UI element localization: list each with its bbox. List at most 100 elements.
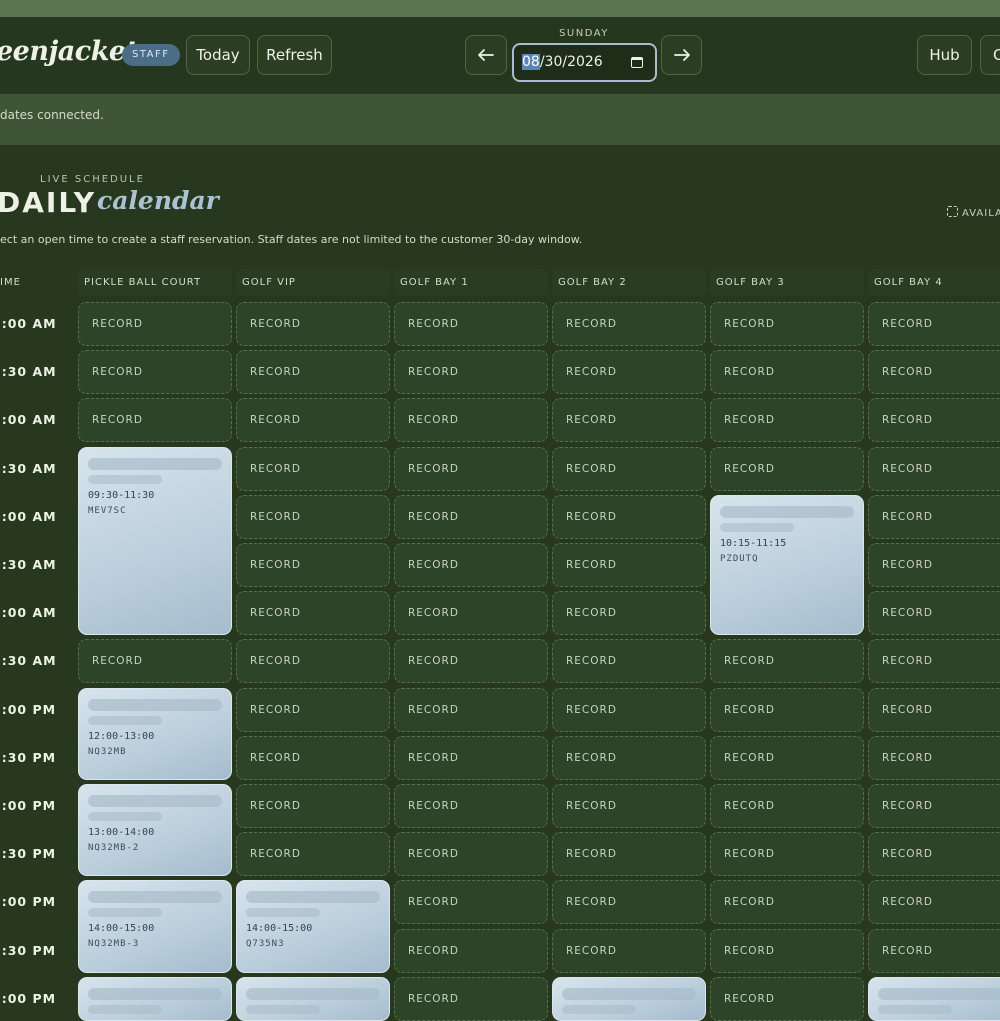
record-slot[interactable]: RECORD: [868, 832, 1000, 877]
record-slot[interactable]: RECORD: [236, 446, 390, 491]
record-slot[interactable]: RECORD: [552, 446, 706, 491]
record-slot[interactable]: RECORD: [868, 687, 1000, 732]
record-slot[interactable]: RECORD: [552, 494, 706, 539]
record-slot[interactable]: RECORD: [236, 350, 390, 395]
record-slot[interactable]: RECORD: [868, 880, 1000, 925]
record-slot[interactable]: RECORD: [236, 735, 390, 780]
record-slot[interactable]: RECORD: [236, 591, 390, 636]
next-day-button[interactable]: [661, 35, 702, 75]
record-slot[interactable]: RECORD: [552, 639, 706, 684]
record-slot[interactable]: RECORD: [868, 302, 1000, 346]
reservation-card[interactable]: [868, 976, 1000, 1021]
date-month-segment[interactable]: 08: [522, 54, 540, 70]
reservation-card[interactable]: [236, 976, 390, 1021]
record-slot[interactable]: RECORD: [552, 832, 706, 877]
record-slot[interactable]: RECORD: [868, 494, 1000, 539]
reservation-card[interactable]: 12:00-13:00 NQ32MB: [78, 687, 232, 780]
redacted-guest-detail: [878, 1004, 952, 1014]
record-slot[interactable]: RECORD: [394, 735, 548, 780]
record-slot[interactable]: RECORD: [236, 832, 390, 877]
brand-logo[interactable]: eenjacket: [0, 36, 138, 67]
record-slot[interactable]: RECORD: [236, 784, 390, 828]
record-slot[interactable]: RECORD: [236, 687, 390, 732]
record-slot[interactable]: RECORD: [236, 543, 390, 587]
record-slot[interactable]: RECORD: [394, 880, 548, 925]
cut-off-button[interactable]: C: [980, 35, 1000, 75]
record-slot[interactable]: RECORD: [78, 639, 232, 684]
previous-day-button[interactable]: [465, 35, 507, 75]
record-slot[interactable]: RECORD: [552, 784, 706, 828]
record-slot[interactable]: RECORD: [868, 639, 1000, 684]
record-slot[interactable]: RECORD: [868, 928, 1000, 973]
record-slot[interactable]: RECORD: [710, 832, 864, 877]
reservation-card[interactable]: 13:00-14:00 NQ32MB-2: [78, 784, 232, 877]
record-slot[interactable]: RECORD: [710, 398, 864, 443]
time-label: 1:30 PM: [0, 846, 57, 862]
record-slot[interactable]: RECORD: [78, 398, 232, 443]
calendar-icon[interactable]: [631, 57, 643, 68]
record-slot[interactable]: RECORD: [710, 687, 864, 732]
record-slot[interactable]: RECORD: [710, 784, 864, 828]
record-slot[interactable]: RECORD: [710, 880, 864, 925]
record-slot[interactable]: RECORD: [394, 639, 548, 684]
redacted-guest-name: [88, 891, 222, 904]
reservation-code: NQ32MB: [88, 746, 127, 757]
today-button[interactable]: Today: [186, 35, 250, 75]
record-slot[interactable]: RECORD: [552, 687, 706, 732]
reservation-card[interactable]: 09:30-11:30 MEV7SC: [78, 446, 232, 636]
record-slot[interactable]: RECORD: [868, 398, 1000, 443]
record-slot[interactable]: RECORD: [552, 543, 706, 587]
record-slot[interactable]: RECORD: [710, 350, 864, 395]
record-slot[interactable]: RECORD: [394, 543, 548, 587]
record-slot[interactable]: RECORD: [552, 398, 706, 443]
reservation-card[interactable]: 14:00-15:00 NQ32MB-3: [78, 880, 232, 973]
record-slot[interactable]: RECORD: [394, 398, 548, 443]
reservation-card[interactable]: 14:00-15:00 Q735N3: [236, 880, 390, 973]
record-slot[interactable]: RECORD: [868, 350, 1000, 395]
record-slot[interactable]: RECORD: [868, 735, 1000, 780]
record-slot[interactable]: RECORD: [868, 446, 1000, 491]
record-slot[interactable]: RECORD: [394, 784, 548, 828]
record-slot[interactable]: RECORD: [710, 928, 864, 973]
redacted-guest-name: [88, 987, 222, 1000]
record-slot[interactable]: RECORD: [394, 350, 548, 395]
record-slot[interactable]: RECORD: [236, 639, 390, 684]
time-label: 3:00 PM: [0, 990, 57, 1006]
record-slot[interactable]: RECORD: [236, 398, 390, 443]
record-slot[interactable]: RECORD: [868, 543, 1000, 587]
record-slot[interactable]: RECORD: [552, 591, 706, 636]
record-slot[interactable]: RECORD: [868, 784, 1000, 828]
date-input[interactable]: 08/30/2026: [512, 43, 657, 82]
date-rest-segment[interactable]: /30/2026: [540, 54, 603, 70]
record-slot[interactable]: RECORD: [394, 591, 548, 636]
record-slot[interactable]: RECORD: [710, 639, 864, 684]
record-slot[interactable]: RECORD: [710, 302, 864, 346]
record-slot[interactable]: RECORD: [236, 302, 390, 346]
record-slot[interactable]: RECORD: [394, 446, 548, 491]
record-slot[interactable]: RECORD: [394, 494, 548, 539]
record-slot[interactable]: RECORD: [552, 880, 706, 925]
record-slot[interactable]: RECORD: [394, 302, 548, 346]
time-label: 8:30 AM: [0, 364, 57, 380]
record-slot[interactable]: RECORD: [78, 350, 232, 395]
record-slot[interactable]: RECORD: [394, 832, 548, 877]
record-slot[interactable]: RECORD: [78, 302, 232, 346]
reservation-card[interactable]: [78, 976, 232, 1021]
record-slot[interactable]: RECORD: [394, 928, 548, 973]
record-slot[interactable]: RECORD: [552, 735, 706, 780]
refresh-button[interactable]: Refresh: [257, 35, 332, 75]
time-label: 1:30 AM: [0, 653, 57, 669]
record-slot[interactable]: RECORD: [710, 976, 864, 1021]
record-slot[interactable]: RECORD: [552, 350, 706, 395]
record-slot[interactable]: RECORD: [236, 494, 390, 539]
reservation-card[interactable]: 10:15-11:15 PZDUTQ: [710, 494, 864, 636]
record-slot[interactable]: RECORD: [710, 446, 864, 491]
hub-button[interactable]: Hub: [917, 35, 972, 75]
record-slot[interactable]: RECORD: [552, 302, 706, 346]
record-slot[interactable]: RECORD: [552, 928, 706, 973]
record-slot[interactable]: RECORD: [394, 687, 548, 732]
record-slot[interactable]: RECORD: [868, 591, 1000, 636]
record-slot[interactable]: RECORD: [710, 735, 864, 780]
record-slot[interactable]: RECORD: [394, 976, 548, 1021]
reservation-card[interactable]: [552, 976, 706, 1021]
